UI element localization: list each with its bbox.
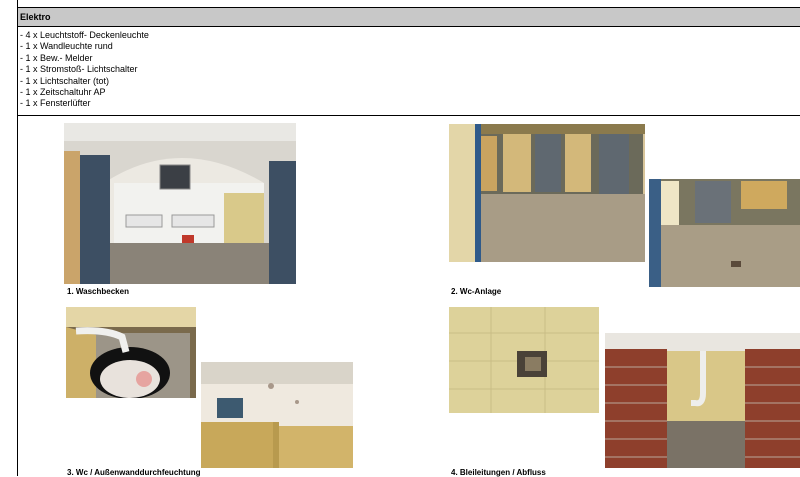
photo-abfluss [605, 333, 800, 468]
photo-bleileitungen [449, 307, 599, 413]
photo-waschbecken [64, 123, 296, 284]
photo-wc [66, 307, 196, 398]
section-title: Elektro [20, 12, 51, 22]
photo-wc-anlage-2 [649, 179, 800, 287]
table-top-border [17, 0, 800, 8]
photo-aussenwand [201, 362, 353, 468]
list-item: - 1 x Wandleuchte rund [20, 41, 113, 52]
photo-wc-anlage [449, 124, 645, 262]
list-item: - 1 x Bew.- Melder [20, 52, 93, 63]
list-item: - 4 x Leuchtstoff- Deckenleuchte [20, 30, 149, 40]
caption-1: 1. Waschbecken [67, 287, 129, 296]
caption-2: 2. Wc-Anlage [451, 287, 502, 296]
list-item: - 1 x Stromstoß- Lichtschalter [20, 64, 138, 75]
section-header: Elektro [17, 8, 800, 27]
item-list: - 4 x Leuchtstoff- Deckenleuchte - 1 x W… [17, 27, 800, 116]
list-item: - 1 x Zeitschaltuhr AP [20, 87, 106, 98]
list-item: - 1 x Lichtschalter (tot) [20, 75, 110, 86]
list-item: - 1 x Fensterlüfter [20, 98, 91, 109]
